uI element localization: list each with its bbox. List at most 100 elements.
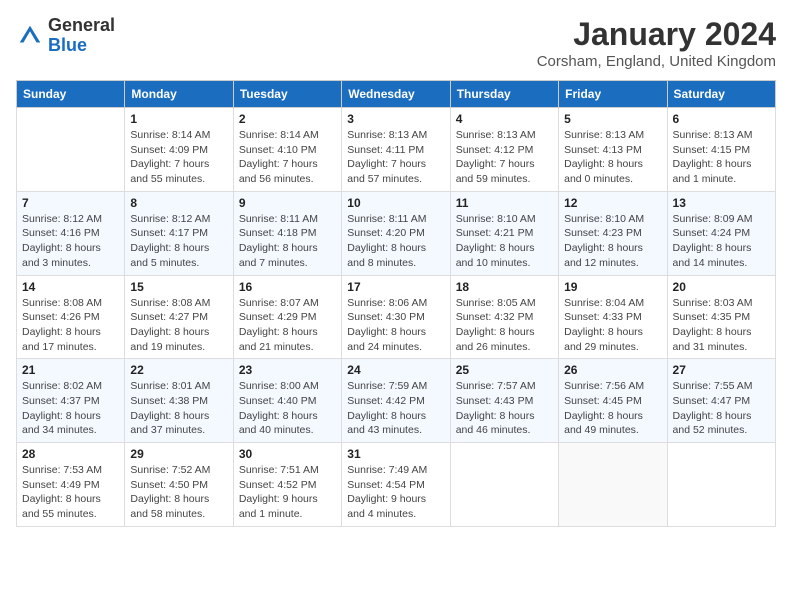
calendar-cell: 29Sunrise: 7:52 AMSunset: 4:50 PMDayligh… xyxy=(125,443,233,527)
day-number: 10 xyxy=(347,196,444,210)
calendar-cell: 30Sunrise: 7:51 AMSunset: 4:52 PMDayligh… xyxy=(233,443,341,527)
calendar-cell: 12Sunrise: 8:10 AMSunset: 4:23 PMDayligh… xyxy=(559,191,667,275)
calendar-cell xyxy=(559,443,667,527)
day-number: 14 xyxy=(22,280,119,294)
day-number: 22 xyxy=(130,363,227,377)
logo-icon xyxy=(16,22,44,50)
day-info: Sunrise: 8:04 AMSunset: 4:33 PMDaylight:… xyxy=(564,296,661,355)
day-number: 25 xyxy=(456,363,553,377)
day-number: 16 xyxy=(239,280,336,294)
calendar-header-row: SundayMondayTuesdayWednesdayThursdayFrid… xyxy=(17,81,776,108)
day-info: Sunrise: 8:10 AMSunset: 4:23 PMDaylight:… xyxy=(564,212,661,271)
day-info: Sunrise: 7:56 AMSunset: 4:45 PMDaylight:… xyxy=(564,379,661,438)
day-info: Sunrise: 8:06 AMSunset: 4:30 PMDaylight:… xyxy=(347,296,444,355)
day-info: Sunrise: 7:52 AMSunset: 4:50 PMDaylight:… xyxy=(130,463,227,522)
calendar-cell xyxy=(450,443,558,527)
calendar-cell: 17 Sunrise: 8:06 AMSunset: 4:30 PMDayligh… xyxy=(342,275,450,359)
day-info: Sunrise: 7:55 AMSunset: 4:47 PMDaylight:… xyxy=(673,379,770,438)
day-number: 11 xyxy=(456,196,553,210)
week-row-1: 1 Sunrise: 8:14 AMSunset: 4:09 PMDaylight… xyxy=(17,108,776,192)
day-number: 9 xyxy=(239,196,336,210)
day-info: Sunrise: 8:11 AMSunset: 4:18 PMDaylight:… xyxy=(239,212,336,271)
calendar-cell: 15 Sunrise: 8:08 AMSunset: 4:27 PMDayligh… xyxy=(125,275,233,359)
calendar-cell: 1 Sunrise: 8:14 AMSunset: 4:09 PMDaylight… xyxy=(125,108,233,192)
calendar-cell: 10 Sunrise: 8:11 AMSunset: 4:20 PMDayligh… xyxy=(342,191,450,275)
day-info: Sunrise: 7:49 AMSunset: 4:54 PMDaylight:… xyxy=(347,463,444,522)
logo: General Blue xyxy=(16,16,115,56)
calendar-cell: 4 Sunrise: 8:13 AMSunset: 4:12 PMDaylight… xyxy=(450,108,558,192)
day-number: 8 xyxy=(130,196,227,210)
calendar-cell: 25 Sunrise: 7:57 AMSunset: 4:43 PMDayligh… xyxy=(450,359,558,443)
calendar-cell: 8 Sunrise: 8:12 AMSunset: 4:17 PMDaylight… xyxy=(125,191,233,275)
day-number: 30 xyxy=(239,447,336,461)
day-info: Sunrise: 7:59 AMSunset: 4:42 PMDaylight:… xyxy=(347,379,444,438)
day-info: Sunrise: 8:14 AMSunset: 4:10 PMDaylight:… xyxy=(239,128,336,187)
week-row-3: 14 Sunrise: 8:08 AMSunset: 4:26 PMDayligh… xyxy=(17,275,776,359)
calendar-cell: 27 Sunrise: 7:55 AMSunset: 4:47 PMDayligh… xyxy=(667,359,775,443)
day-info: Sunrise: 8:10 AMSunset: 4:21 PMDaylight:… xyxy=(456,212,553,271)
day-number: 3 xyxy=(347,112,444,126)
day-info: Sunrise: 8:07 AMSunset: 4:29 PMDaylight:… xyxy=(239,296,336,355)
calendar-cell: 11 Sunrise: 8:10 AMSunset: 4:21 PMDayligh… xyxy=(450,191,558,275)
day-number: 18 xyxy=(456,280,553,294)
title-block: January 2024 Corsham, England, United Ki… xyxy=(537,16,776,70)
col-header-monday: Monday xyxy=(125,81,233,108)
calendar-cell: 2 Sunrise: 8:14 AMSunset: 4:10 PMDaylight… xyxy=(233,108,341,192)
calendar-cell: 28 Sunrise: 7:53 AMSunset: 4:49 PMDayligh… xyxy=(17,443,125,527)
calendar-cell: 6Sunrise: 8:13 AMSunset: 4:15 PMDaylight… xyxy=(667,108,775,192)
calendar-cell: 26Sunrise: 7:56 AMSunset: 4:45 PMDayligh… xyxy=(559,359,667,443)
week-row-5: 28 Sunrise: 7:53 AMSunset: 4:49 PMDayligh… xyxy=(17,443,776,527)
logo-blue: Blue xyxy=(48,35,87,55)
day-number: 13 xyxy=(673,196,770,210)
day-info: Sunrise: 7:57 AMSunset: 4:43 PMDaylight:… xyxy=(456,379,553,438)
calendar-cell: 19 Sunrise: 8:04 AMSunset: 4:33 PMDayligh… xyxy=(559,275,667,359)
day-info: Sunrise: 8:05 AMSunset: 4:32 PMDaylight:… xyxy=(456,296,553,355)
day-info: Sunrise: 8:09 AMSunset: 4:24 PMDaylight:… xyxy=(673,212,770,271)
day-number: 27 xyxy=(673,363,770,377)
week-row-2: 7Sunrise: 8:12 AMSunset: 4:16 PMDaylight… xyxy=(17,191,776,275)
calendar-cell: 3Sunrise: 8:13 AMSunset: 4:11 PMDaylight… xyxy=(342,108,450,192)
day-number: 17 xyxy=(347,280,444,294)
day-info: Sunrise: 8:13 AMSunset: 4:12 PMDaylight:… xyxy=(456,128,553,187)
calendar-cell: 5Sunrise: 8:13 AMSunset: 4:13 PMDaylight… xyxy=(559,108,667,192)
day-info: Sunrise: 8:00 AMSunset: 4:40 PMDaylight:… xyxy=(239,379,336,438)
day-info: Sunrise: 8:12 AMSunset: 4:17 PMDaylight:… xyxy=(130,212,227,271)
calendar-cell: 14 Sunrise: 8:08 AMSunset: 4:26 PMDayligh… xyxy=(17,275,125,359)
day-info: Sunrise: 8:08 AMSunset: 4:26 PMDaylight:… xyxy=(22,296,119,355)
day-info: Sunrise: 8:14 AMSunset: 4:09 PMDaylight:… xyxy=(130,128,227,187)
day-number: 15 xyxy=(130,280,227,294)
day-number: 28 xyxy=(22,447,119,461)
col-header-wednesday: Wednesday xyxy=(342,81,450,108)
day-number: 21 xyxy=(22,363,119,377)
calendar-cell: 7Sunrise: 8:12 AMSunset: 4:16 PMDaylight… xyxy=(17,191,125,275)
calendar-cell: 24 Sunrise: 7:59 AMSunset: 4:42 PMDayligh… xyxy=(342,359,450,443)
logo-text: General Blue xyxy=(48,16,115,56)
day-number: 23 xyxy=(239,363,336,377)
week-row-4: 21 Sunrise: 8:02 AMSunset: 4:37 PMDayligh… xyxy=(17,359,776,443)
day-number: 24 xyxy=(347,363,444,377)
day-number: 4 xyxy=(456,112,553,126)
day-info: Sunrise: 8:08 AMSunset: 4:27 PMDaylight:… xyxy=(130,296,227,355)
calendar-cell: 23 Sunrise: 8:00 AMSunset: 4:40 PMDayligh… xyxy=(233,359,341,443)
calendar-cell: 16 Sunrise: 8:07 AMSunset: 4:29 PMDayligh… xyxy=(233,275,341,359)
day-info: Sunrise: 8:01 AMSunset: 4:38 PMDaylight:… xyxy=(130,379,227,438)
day-info: Sunrise: 8:11 AMSunset: 4:20 PMDaylight:… xyxy=(347,212,444,271)
day-number: 20 xyxy=(673,280,770,294)
calendar-cell xyxy=(667,443,775,527)
month-title: January 2024 xyxy=(537,16,776,53)
day-info: Sunrise: 7:53 AMSunset: 4:49 PMDaylight:… xyxy=(22,463,119,522)
location: Corsham, England, United Kingdom xyxy=(537,53,776,70)
day-number: 6 xyxy=(673,112,770,126)
day-number: 19 xyxy=(564,280,661,294)
col-header-sunday: Sunday xyxy=(17,81,125,108)
day-number: 2 xyxy=(239,112,336,126)
day-info: Sunrise: 8:13 AMSunset: 4:13 PMDaylight:… xyxy=(564,128,661,187)
col-header-saturday: Saturday xyxy=(667,81,775,108)
calendar-cell: 18 Sunrise: 8:05 AMSunset: 4:32 PMDayligh… xyxy=(450,275,558,359)
day-info: Sunrise: 8:02 AMSunset: 4:37 PMDaylight:… xyxy=(22,379,119,438)
calendar-cell: 13 Sunrise: 8:09 AMSunset: 4:24 PMDayligh… xyxy=(667,191,775,275)
col-header-friday: Friday xyxy=(559,81,667,108)
col-header-tuesday: Tuesday xyxy=(233,81,341,108)
day-number: 1 xyxy=(130,112,227,126)
calendar-table: SundayMondayTuesdayWednesdayThursdayFrid… xyxy=(16,80,776,527)
